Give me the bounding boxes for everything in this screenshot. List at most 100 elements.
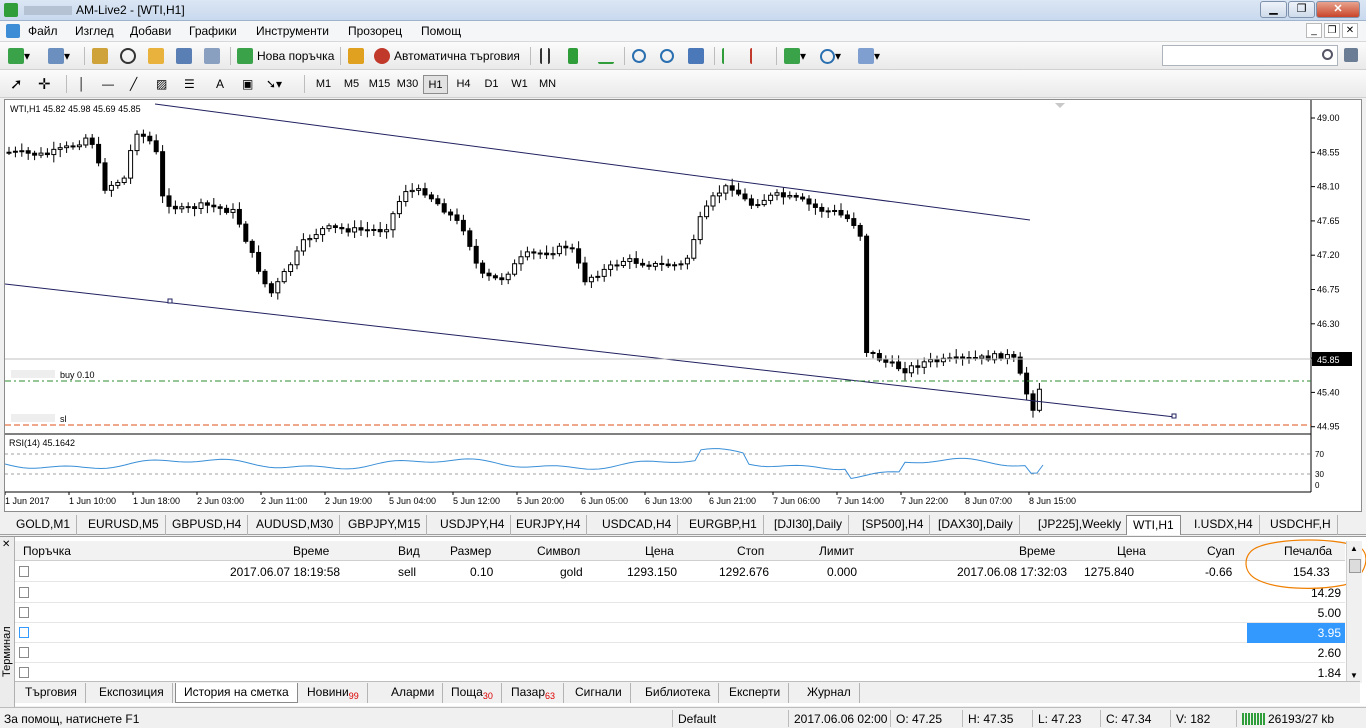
tf-mn[interactable]: MN	[535, 75, 560, 94]
close-button[interactable]: ✕	[1316, 1, 1360, 18]
strategy-tester-button[interactable]	[204, 45, 220, 67]
profiles-button[interactable]: ▾	[48, 45, 70, 67]
chart-tab[interactable]: USDJPY,H4	[434, 515, 512, 535]
col-swap[interactable]: Суап	[1207, 544, 1235, 558]
chart-tab[interactable]: I.USDX,H4	[1188, 515, 1260, 535]
terminal-tab[interactable]: Сигнали	[567, 683, 631, 703]
chart-tab[interactable]: WTI,H1	[1126, 515, 1181, 535]
table-row[interactable]: 1.84	[15, 663, 1345, 683]
community-icon[interactable]	[1344, 48, 1358, 62]
market-watch-button[interactable]	[92, 45, 108, 67]
channel-anchor-point[interactable]	[167, 298, 173, 304]
tf-m15[interactable]: M15	[367, 75, 392, 94]
chart-tab[interactable]: EURUSD,M5	[82, 515, 166, 535]
text-button[interactable]: A	[216, 73, 224, 95]
terminal-tab[interactable]: Експозиция	[91, 683, 173, 703]
terminal-scrollbar[interactable]: ▲ ▼	[1346, 541, 1362, 683]
trendline-button[interactable]: ╱	[130, 73, 137, 95]
table-row[interactable]: 2017.06.07 18:19:58 sell 0.10 gold 1293.…	[15, 562, 1345, 582]
chart-tab[interactable]: GOLD,M1	[10, 515, 78, 535]
menu-help[interactable]: Помощ	[421, 24, 461, 38]
col-open-time[interactable]: Време	[293, 544, 329, 558]
minimize-button[interactable]: ▁	[1260, 1, 1287, 18]
autoscroll-button[interactable]	[722, 45, 732, 67]
scroll-up-icon[interactable]: ▲	[1350, 544, 1358, 553]
chart-tab[interactable]: [SP500],H4	[856, 515, 931, 535]
vertical-line-button[interactable]: │	[78, 73, 86, 95]
navigator-button[interactable]	[148, 45, 164, 67]
scroll-thumb[interactable]	[1349, 559, 1361, 573]
chart-tab[interactable]: [JP225],Weekly	[1032, 515, 1129, 535]
col-close-price[interactable]: Цена	[1117, 544, 1146, 558]
terminal-tab[interactable]: Поща30	[443, 683, 502, 703]
tf-h1[interactable]: H1	[423, 75, 448, 94]
terminal-tab[interactable]: Журнал	[799, 683, 860, 703]
chart-tab[interactable]: GBPJPY,M15	[342, 515, 428, 535]
terminal-tab[interactable]: Аларми	[383, 683, 444, 703]
col-limit[interactable]: Лимит	[819, 544, 854, 558]
channel-lower-line[interactable]	[4, 283, 1176, 418]
col-stop[interactable]: Стоп	[737, 544, 764, 558]
col-order[interactable]: Поръчка	[23, 544, 71, 558]
chart-tab[interactable]: EURGBP,H1	[683, 515, 764, 535]
terminal-button[interactable]	[176, 45, 192, 67]
chart-window[interactable]: WTI,H1 45.82 45.98 45.69 45.85 buy 0.10 …	[4, 99, 1362, 512]
col-size[interactable]: Размер	[450, 544, 491, 558]
chart-shift-marker[interactable]	[1055, 103, 1065, 108]
table-row[interactable]: 14.29	[15, 583, 1345, 603]
indicators-button[interactable]: ▾	[784, 45, 806, 67]
horizontal-line-button[interactable]: —	[102, 73, 114, 95]
terminal-tab[interactable]: Библиотека	[637, 683, 720, 703]
chart-tab[interactable]: USDCHF,H	[1264, 515, 1338, 535]
fibonacci-button[interactable]: ☰	[184, 73, 195, 95]
col-price[interactable]: Цена	[645, 544, 674, 558]
arrows-button[interactable]: ➘▾	[266, 73, 282, 95]
chart-tab[interactable]: GBPUSD,H4	[166, 515, 249, 535]
chart-tab[interactable]: EURJPY,H4	[510, 515, 588, 535]
terminal-tab[interactable]: Експерти	[721, 683, 790, 703]
chart-tab[interactable]: [DAX30],Daily	[932, 515, 1020, 535]
mdi-close-button[interactable]: ✕	[1342, 23, 1358, 38]
tf-h4[interactable]: H4	[451, 75, 476, 94]
crosshair-button[interactable]: ✛	[38, 73, 51, 95]
data-window-button[interactable]	[120, 45, 136, 67]
menu-charts[interactable]: Графики	[189, 24, 237, 38]
chart-tab[interactable]: AUDUSD,M30	[250, 515, 341, 535]
new-order-button[interactable]: Нова поръчка	[237, 45, 334, 67]
zoom-out-button[interactable]	[660, 45, 674, 67]
chart-shift-button[interactable]	[750, 45, 760, 67]
autotrading-button[interactable]: Автоматична търговия	[374, 45, 520, 67]
metaeditor-button[interactable]	[348, 45, 364, 67]
channel-button[interactable]: ▨	[156, 73, 167, 95]
new-chart-button[interactable]: ▾	[8, 45, 30, 67]
tf-m30[interactable]: M30	[395, 75, 420, 94]
mdi-restore-button[interactable]: ❐	[1324, 23, 1340, 38]
bar-chart-button[interactable]	[540, 45, 550, 67]
chart-tab[interactable]: USDCAD,H4	[596, 515, 679, 535]
tf-w1[interactable]: W1	[507, 75, 532, 94]
menu-window[interactable]: Прозорец	[348, 24, 402, 38]
menu-file[interactable]: Файл	[28, 24, 58, 38]
tf-d1[interactable]: D1	[479, 75, 504, 94]
mdi-minimize-button[interactable]: _	[1306, 23, 1322, 38]
scroll-down-icon[interactable]: ▼	[1350, 671, 1358, 680]
menu-tools[interactable]: Инструменти	[256, 24, 329, 38]
search-input[interactable]	[1162, 45, 1338, 66]
text-label-button[interactable]: ▣	[242, 73, 253, 95]
candle-chart-button[interactable]	[568, 45, 578, 67]
tf-m5[interactable]: M5	[339, 75, 364, 94]
periods-button[interactable]: ▾	[820, 45, 841, 67]
terminal-tab[interactable]: Новини99	[299, 683, 368, 703]
price-chart[interactable]: WTI,H1 45.82 45.98 45.69 45.85 buy 0.10 …	[4, 100, 1361, 511]
table-row[interactable]: 2.60	[15, 643, 1345, 663]
tf-m1[interactable]: M1	[311, 75, 336, 94]
channel-anchor-point[interactable]	[1171, 413, 1177, 419]
tile-windows-button[interactable]	[688, 45, 704, 67]
col-type[interactable]: Вид	[398, 544, 420, 558]
line-chart-button[interactable]	[598, 45, 614, 67]
chart-tab[interactable]: [DJI30],Daily	[768, 515, 850, 535]
table-row[interactable]: 3.95	[15, 623, 1345, 643]
table-row[interactable]: 5.00	[15, 603, 1345, 623]
maximize-button[interactable]: ❐	[1288, 1, 1315, 18]
terminal-tab[interactable]: Търговия	[17, 683, 86, 703]
